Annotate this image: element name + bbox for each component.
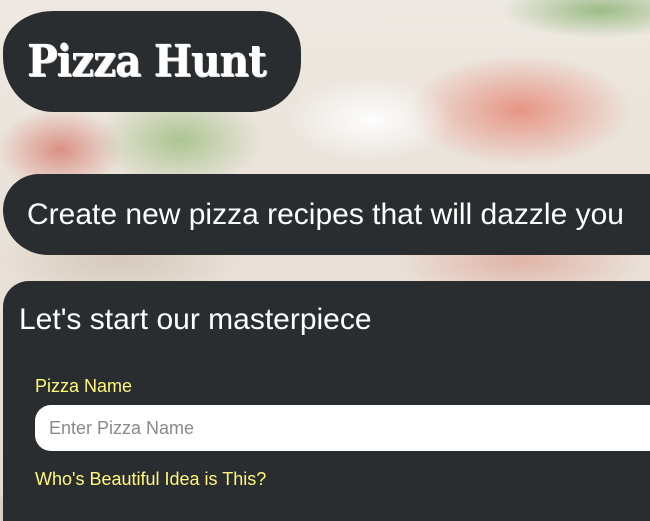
tagline-text: Create new pizza recipes that will dazzl…	[27, 197, 624, 231]
brand-logo-link[interactable]: Pizza Hunt	[27, 36, 267, 87]
brand-header: Pizza Hunt	[3, 11, 301, 112]
pizza-name-label: Pizza Name	[35, 376, 133, 396]
pizza-form: Let's start our masterpiece Pizza Name W…	[3, 281, 650, 521]
tagline-banner: Create new pizza recipes that will dazzl…	[3, 174, 650, 255]
form-heading: Let's start our masterpiece	[19, 303, 372, 336]
pizza-name-input[interactable]	[35, 405, 650, 451]
author-label: Who's Beautiful Idea is This?	[35, 469, 267, 489]
